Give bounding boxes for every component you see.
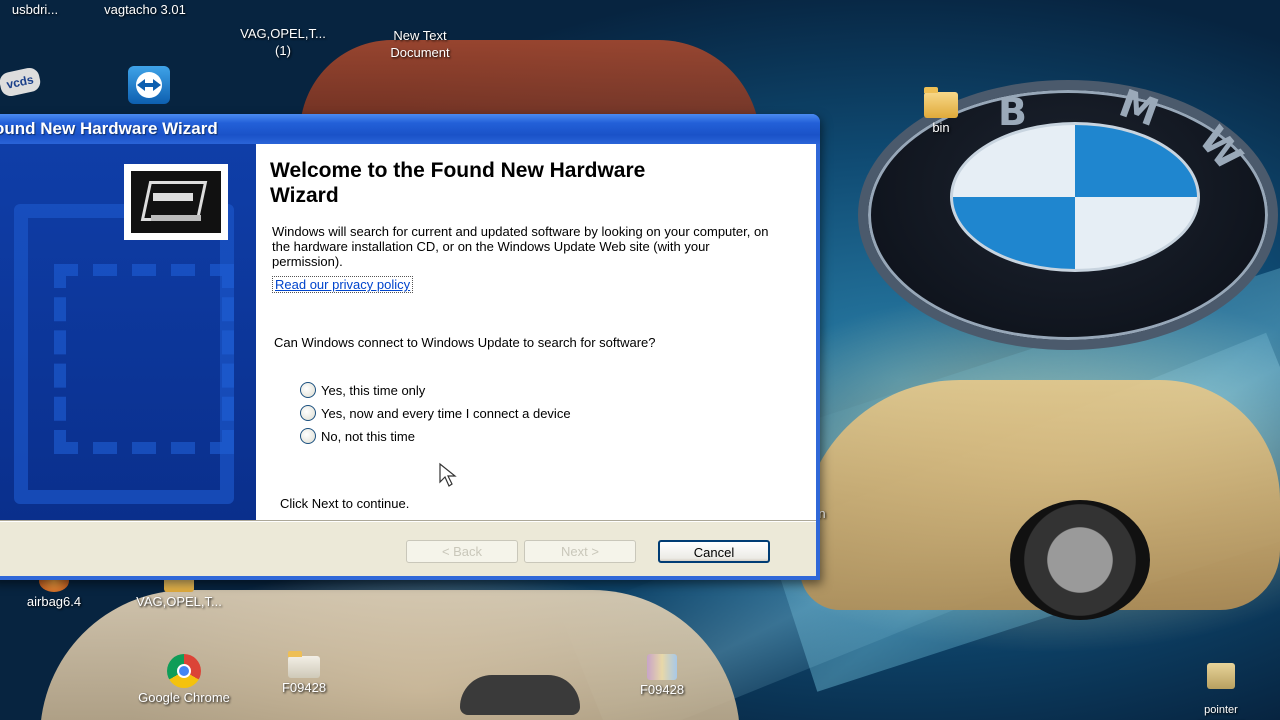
desktop-icon-label: usbdri...	[11, 2, 59, 17]
radio-label: No, not this time	[321, 428, 415, 444]
wizard-sidebar	[0, 144, 256, 520]
wizard-heading: Welcome to the Found New Hardware Wizard	[270, 159, 646, 207]
wizard-content: Welcome to the Found New Hardware Wizard…	[256, 144, 816, 520]
desktop-icon-teamviewer[interactable]	[126, 66, 172, 106]
radio-option-yes-every-time[interactable]: Yes, now and every time I connect a devi…	[300, 405, 571, 421]
cancel-button[interactable]: Cancel	[658, 540, 770, 563]
desktop-icon-label: VAG,OPEL,T...	[136, 594, 222, 609]
desktop-icon-f09428-folder[interactable]: F09428	[262, 651, 346, 695]
chrome-icon	[167, 654, 201, 688]
desktop-icon-google-chrome[interactable]: Google Chrome	[124, 654, 244, 705]
desktop-icon-bin[interactable]: bin	[918, 87, 964, 135]
radio-option-yes-this-time[interactable]: Yes, this time only	[300, 382, 425, 398]
wallpaper-wheel	[1010, 500, 1150, 620]
desktop-icon-label: pointer megamos	[1197, 704, 1245, 720]
back-button[interactable]: < Back	[406, 540, 518, 563]
folder-icon	[288, 651, 320, 678]
radio-button[interactable]	[300, 428, 316, 444]
teamviewer-icon	[128, 66, 170, 104]
desktop-icon-usbdri[interactable]: usbdri...	[0, 2, 70, 17]
found-new-hardware-wizard-window[interactable]: ound New Hardware Wizard Welcome to the …	[0, 114, 820, 580]
desktop-icon-vagtacho[interactable]: vagtacho 3.01	[80, 2, 210, 17]
pointer-megamos-icon	[1207, 663, 1235, 689]
vcds-icon: vcds	[0, 66, 43, 98]
hardware-icon	[124, 164, 228, 240]
sidebar-decoration	[54, 264, 234, 454]
radio-option-no[interactable]: No, not this time	[300, 428, 415, 444]
window-titlebar[interactable]: ound New Hardware Wizard	[0, 114, 820, 144]
bmw-roundel	[950, 122, 1200, 272]
mouse-cursor-icon	[438, 462, 460, 492]
desktop-icon-label: bin	[932, 120, 950, 135]
desktop-icon-pointer-megamos[interactable]: pointer megamos	[1184, 650, 1258, 720]
desktop-icon-vcds[interactable]: vcds	[0, 66, 44, 98]
radio-label: Yes, this time only	[321, 382, 426, 398]
button-divider	[0, 520, 816, 522]
desktop-icon-label: Google Chrome	[138, 690, 230, 705]
desktop-icon-label: airbag6.4	[26, 594, 82, 609]
desktop-icon-label: vagtacho 3.01	[104, 2, 186, 17]
desktop-icon-label: F09428	[281, 680, 327, 695]
continue-instruction: Click Next to continue.	[280, 496, 410, 511]
next-button[interactable]: Next >	[524, 540, 636, 563]
desktop-icon-label: F09428	[639, 682, 685, 697]
radio-button[interactable]	[300, 382, 316, 398]
wizard-question: Can Windows connect to Windows Update to…	[274, 335, 656, 350]
wizard-body: Welcome to the Found New Hardware Wizard…	[0, 144, 816, 576]
desktop-icon-f09428-archive[interactable]: F09428	[622, 654, 702, 697]
wizard-description: Windows will search for current and upda…	[272, 224, 769, 269]
desktop-icon-label: New Text Document	[390, 28, 450, 60]
radio-button[interactable]	[300, 405, 316, 421]
desktop-icon-vag-opel[interactable]: VAG,OPEL,T... (1)	[218, 8, 348, 59]
wallpaper-grille	[460, 675, 580, 715]
desktop-icon-label: VAG,OPEL,T... (1)	[240, 26, 326, 58]
bmw-letter: B	[998, 90, 1027, 134]
privacy-policy-link[interactable]: Read our privacy policy	[272, 276, 414, 293]
window-title: ound New Hardware Wizard	[0, 119, 218, 138]
folder-icon	[924, 87, 958, 118]
archive-icon	[647, 654, 677, 680]
radio-label: Yes, now and every time I connect a devi…	[321, 405, 571, 421]
desktop-icon-new-text-document[interactable]: New Text Document	[370, 10, 470, 61]
